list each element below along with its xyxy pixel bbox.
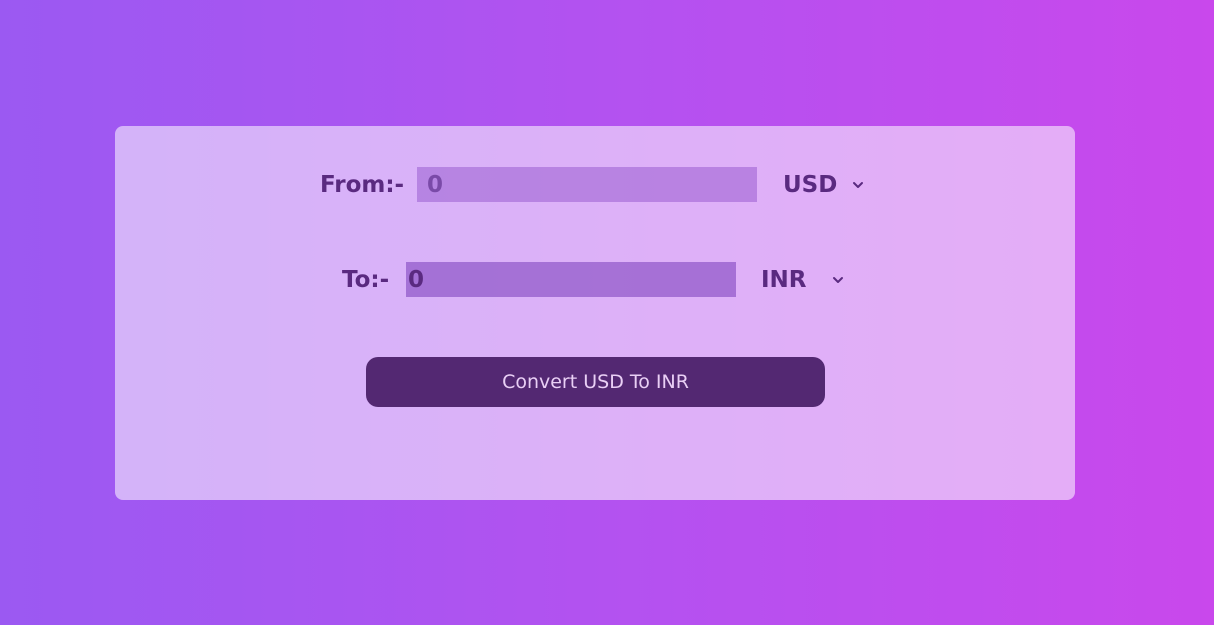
to-row: To:- INR [115,262,1075,298]
to-amount-input[interactable] [406,262,736,297]
from-currency-select[interactable]: USD [783,167,837,203]
chevron-down-icon[interactable] [832,274,844,286]
from-row: From:- USD [115,167,1075,203]
from-amount-input[interactable] [417,167,757,202]
to-label: To:- [342,267,390,293]
from-label: From:- [320,172,405,198]
converter-card: From:- USD To:- INR Convert USD To INR [115,126,1075,500]
to-currency-select[interactable]: INR [761,262,807,298]
chevron-down-icon[interactable] [852,179,864,191]
convert-button[interactable]: Convert USD To INR [366,357,825,407]
